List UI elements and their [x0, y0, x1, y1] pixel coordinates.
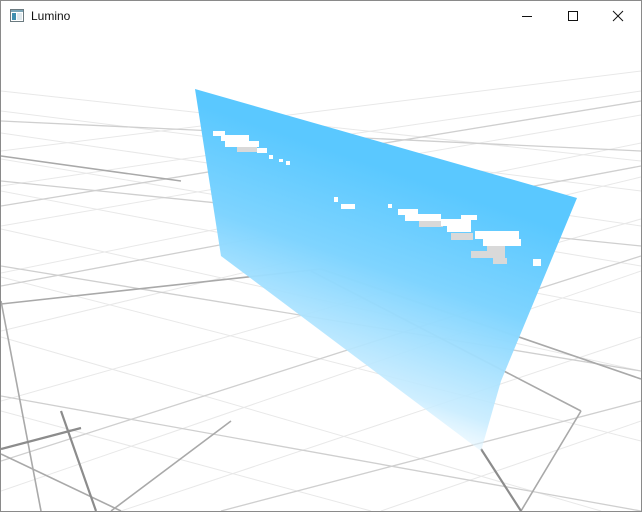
- scene-canvas[interactable]: [1, 31, 641, 511]
- close-button[interactable]: [595, 1, 641, 31]
- maximize-button[interactable]: [550, 1, 596, 31]
- close-icon: [612, 10, 624, 22]
- minimize-icon: [522, 16, 532, 17]
- app-window: Lumino: [0, 0, 642, 512]
- title-bar[interactable]: Lumino: [1, 1, 641, 31]
- app-window-icon: [10, 9, 24, 22]
- window-title: Lumino: [31, 9, 71, 23]
- minimize-button[interactable]: [504, 1, 550, 31]
- render-viewport[interactable]: [1, 31, 641, 511]
- maximize-icon: [568, 11, 578, 21]
